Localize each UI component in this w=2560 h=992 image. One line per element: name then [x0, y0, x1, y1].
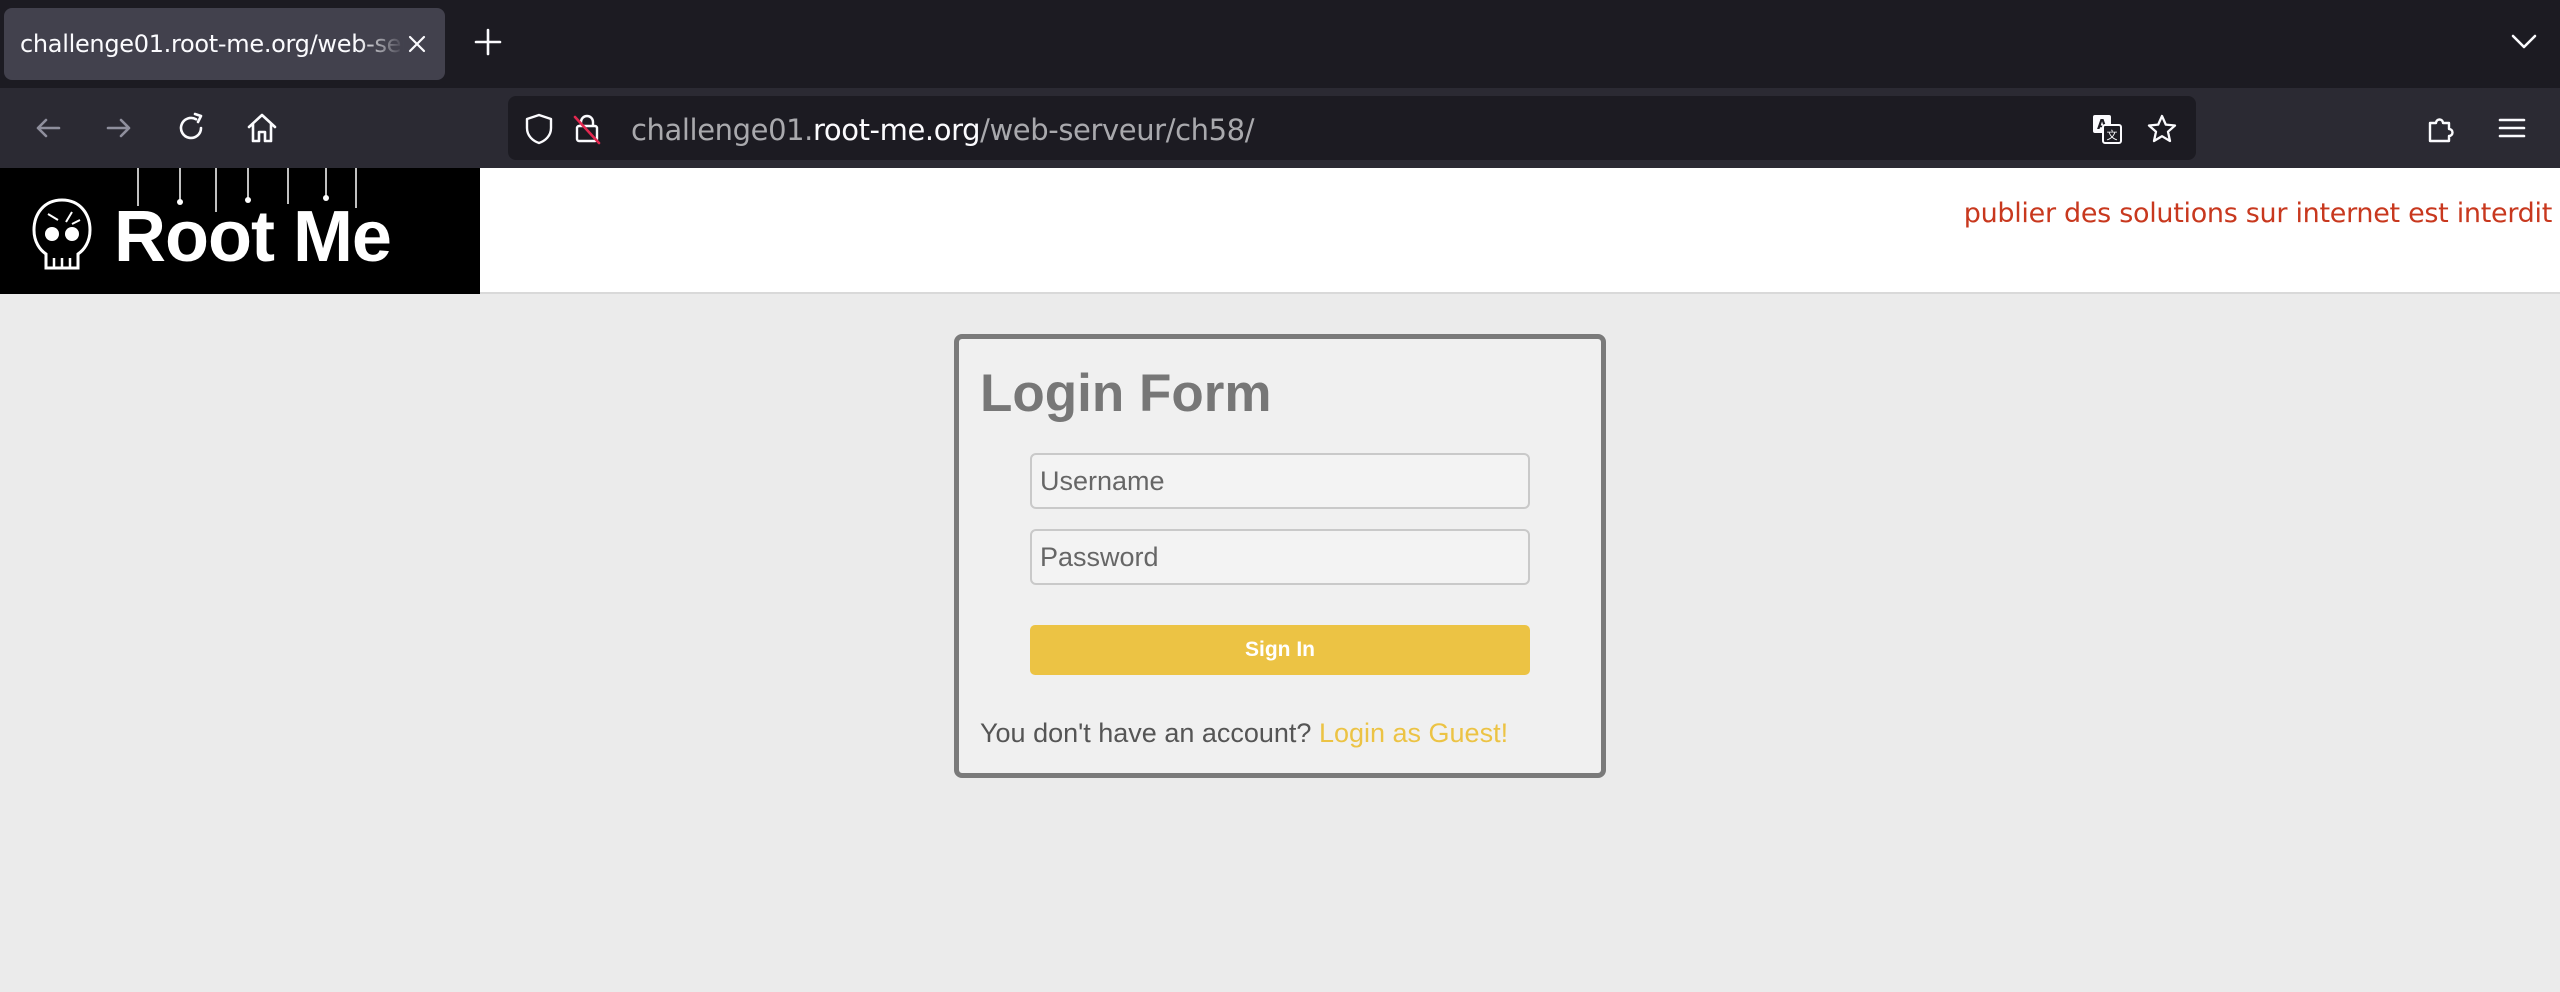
username-input[interactable]	[1030, 453, 1530, 509]
close-icon[interactable]	[403, 30, 431, 58]
login-form: Login Form Sign In You don't have an acc…	[954, 334, 1606, 778]
no-account-line: You don't have an account? Login as Gues…	[980, 718, 1508, 749]
url-text[interactable]: challenge01.root-me.org/web-serveur/ch58…	[631, 113, 1254, 147]
forward-arrow-icon	[106, 118, 131, 138]
star-icon[interactable]	[2145, 112, 2179, 146]
skull-icon	[32, 198, 92, 270]
translate-icon[interactable]: A 文	[2090, 112, 2124, 146]
sign-in-button[interactable]: Sign In	[1030, 625, 1530, 675]
back-arrow-icon	[36, 118, 61, 138]
no-account-text: You don't have an account?	[980, 718, 1312, 748]
url-domain: root-me.org	[813, 113, 981, 147]
home-icon	[247, 113, 277, 143]
extensions-icon	[2428, 118, 2454, 143]
shield-icon[interactable]	[522, 112, 556, 146]
tab-title: challenge01.root-me.org/web-serveur/ch58…	[20, 30, 404, 58]
browser-toolbar: challenge01.root-me.org/web-serveur/ch58…	[0, 88, 2560, 168]
chevron-down-icon[interactable]	[2510, 30, 2538, 52]
root-me-logo[interactable]: Root Me	[0, 168, 480, 294]
url-path: /web-serveur/ch58/	[980, 113, 1255, 147]
url-bar[interactable]: challenge01.root-me.org/web-serveur/ch58…	[508, 96, 2196, 160]
svg-text:文: 文	[2107, 128, 2118, 142]
url-subdomain: challenge01.	[631, 113, 814, 147]
login-form-title: Login Form	[980, 364, 1272, 423]
login-as-guest-link[interactable]: Login as Guest!	[1319, 718, 1508, 748]
menu-icon	[2498, 118, 2526, 138]
password-input[interactable]	[1030, 529, 1530, 585]
plus-icon[interactable]	[471, 25, 505, 59]
logo-text: Root Me	[114, 197, 392, 277]
reload-button[interactable]	[171, 108, 211, 148]
insecure-lock-icon[interactable]	[570, 112, 604, 146]
browser-tab-strip: challenge01.root-me.org/web-serveur/ch58…	[0, 0, 2560, 88]
forward-button[interactable]	[99, 108, 139, 148]
back-button[interactable]	[28, 108, 68, 148]
browser-tab[interactable]: challenge01.root-me.org/web-serveur/ch58…	[4, 8, 445, 80]
home-button[interactable]	[242, 108, 282, 148]
reload-icon	[179, 112, 203, 140]
menu-button[interactable]	[2492, 108, 2532, 148]
extensions-button[interactable]	[2421, 108, 2461, 148]
no-solutions-notice: publier des solutions sur internet est i…	[1963, 198, 2553, 229]
site-header: Root Me publier des solutions sur intern…	[0, 168, 2560, 294]
